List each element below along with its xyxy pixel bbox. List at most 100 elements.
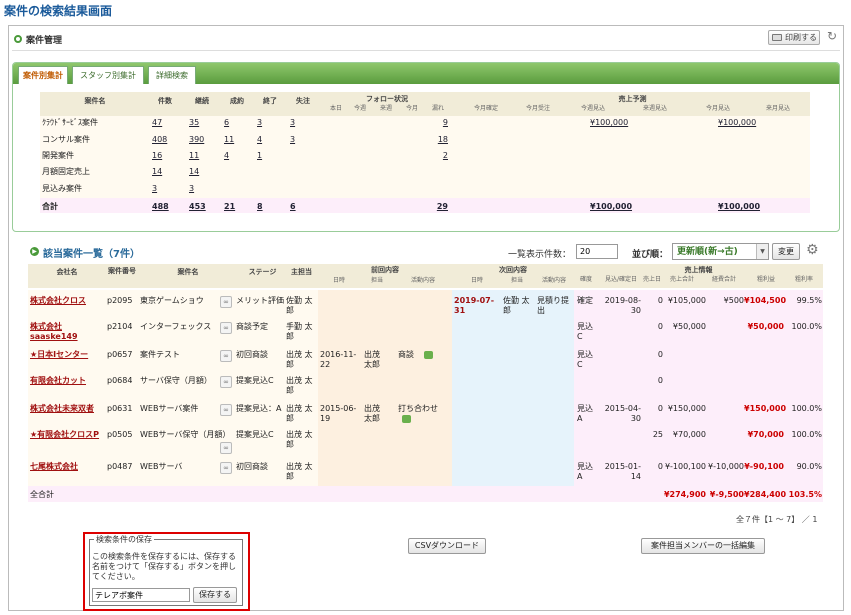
list-company-link[interactable]: 株式会社saaske149	[30, 322, 106, 342]
list-company-link[interactable]: ★有限会社クロスP	[30, 430, 106, 440]
summary-won-link[interactable]: 6	[224, 118, 250, 128]
list-sales-day: 0	[657, 462, 663, 471]
summary-count-link[interactable]: 3	[152, 184, 178, 194]
summary-cont-link[interactable]: 35	[189, 118, 215, 128]
per-page-input[interactable]	[576, 244, 618, 259]
list-sales-date: 2015-01-14	[604, 462, 641, 481]
summary-won-link[interactable]: 11	[224, 135, 250, 145]
list-owner: 出茂 太郎	[286, 404, 313, 423]
refresh-icon[interactable]: ↻	[827, 29, 837, 43]
list-company-link[interactable]: 株式会社クロス	[30, 296, 106, 306]
list-probability: 見込A	[577, 404, 593, 423]
list-case-name: WEBサーバ保守（月額）	[140, 430, 231, 439]
summary-ended-link[interactable]: 3	[257, 118, 283, 128]
link-chain-icon[interactable]: ∞	[220, 376, 232, 388]
comment-icon[interactable]	[424, 350, 433, 359]
list-header-salesinfo: 売上情報	[684, 266, 713, 274]
summary-row-name: 合計	[42, 202, 58, 211]
list-sales-total: ¥-100,100	[664, 462, 706, 471]
csv-download-button[interactable]: CSVダウンロード	[408, 538, 486, 554]
link-chain-icon[interactable]: ∞	[220, 404, 232, 416]
summary-ended-link[interactable]: 8	[257, 202, 283, 212]
print-button[interactable]: 印刷する	[768, 30, 820, 45]
list-company-link[interactable]: ★日本Iセンター	[30, 350, 106, 360]
summary-leak-link[interactable]: 29	[430, 202, 448, 212]
list-sales-day: 25	[652, 430, 663, 439]
summary-count-link[interactable]: 47	[152, 118, 178, 128]
summary-count-link[interactable]: 14	[152, 167, 178, 177]
summary-ended-link[interactable]: 4	[257, 135, 283, 145]
summary-cont-link[interactable]: 453	[189, 202, 215, 212]
summary-header-continue: 継続	[195, 97, 209, 105]
summary-lost-link[interactable]: 6	[290, 202, 316, 212]
summary-header-follow: フォロー状況	[366, 95, 408, 103]
list-cost-total: ¥500	[723, 296, 744, 305]
list-case-no: p0657	[107, 350, 133, 359]
comment-icon[interactable]	[402, 414, 411, 423]
summary-cont-link[interactable]: 3	[189, 184, 215, 194]
list-total-sales: ¥274,900	[663, 490, 706, 499]
tab-detail-search[interactable]: 詳細検索	[148, 66, 196, 84]
link-chain-icon[interactable]: ∞	[220, 350, 232, 362]
list-stage: 提案見込C	[236, 376, 274, 385]
summary-cont-link[interactable]: 11	[189, 151, 215, 161]
summary-header-won: 成約	[230, 97, 244, 105]
tab-staff-summary[interactable]: スタッフ別集計	[72, 66, 144, 84]
list-profit-rate: 100.0%	[791, 322, 822, 331]
summary-won-link[interactable]: 4	[224, 151, 250, 161]
summary-week-forecast[interactable]: ¥100,000	[590, 118, 640, 128]
sort-value: 更新順(新→古)	[677, 247, 738, 257]
list-stage: 提案見込C	[236, 430, 274, 439]
summary-sales-sub: 来月見込	[765, 105, 790, 112]
summary-follow-sub: 来週	[379, 105, 392, 112]
link-chain-icon[interactable]: ∞	[220, 462, 232, 474]
tab-case-summary[interactable]: 案件別集計	[18, 66, 68, 84]
change-sort-button[interactable]: 変更	[772, 243, 800, 260]
summary-count-link[interactable]: 16	[152, 151, 178, 161]
link-chain-icon[interactable]: ∞	[220, 442, 232, 454]
list-owner: 出茂 太郎	[286, 462, 313, 481]
list-owner: 出茂 太郎	[286, 430, 313, 449]
list-next-sub: 日時	[470, 277, 483, 284]
summary-week-forecast[interactable]: ¥100,000	[590, 202, 640, 212]
summary-month-forecast[interactable]: ¥100,000	[718, 202, 768, 212]
summary-won-link[interactable]: 21	[224, 202, 250, 212]
list-company-link[interactable]: 有限会社カット	[30, 376, 106, 386]
summary-month-forecast[interactable]: ¥100,000	[718, 118, 768, 128]
summary-leak-link[interactable]: 9	[430, 118, 448, 128]
list-company-link[interactable]: 株式会社未来双者	[30, 404, 106, 414]
summary-cont-link[interactable]: 14	[189, 167, 215, 177]
summary-sales-sub: 今月見込	[705, 105, 730, 112]
list-profit: ¥50,000	[747, 322, 784, 331]
sort-select[interactable]: 更新順(新→古) ▼	[672, 243, 769, 260]
list-prev-date: 2016-11-22	[320, 350, 357, 369]
list-sales-sub: 経費合計	[711, 276, 736, 283]
summary-ended-link[interactable]: 1	[257, 151, 283, 161]
save-name-input[interactable]	[92, 588, 190, 602]
summary-leak-link[interactable]: 18	[430, 135, 448, 145]
list-case-no: p2095	[107, 296, 133, 305]
summary-leak-link[interactable]: 2	[430, 151, 448, 161]
summary-lost-link[interactable]: 3	[290, 118, 316, 128]
list-owner: 手勤 太郎	[286, 322, 313, 341]
per-page-label: 一覧表示件数：	[508, 250, 572, 260]
gear-icon[interactable]: ⚙	[806, 242, 819, 258]
link-chain-icon[interactable]: ∞	[220, 296, 232, 308]
list-stage: 商談予定	[236, 322, 268, 331]
list-cost-total: ¥-10,000	[708, 462, 744, 471]
save-button[interactable]: 保存する	[193, 587, 237, 603]
link-chain-icon[interactable]: ∞	[220, 322, 232, 334]
list-case-no: p0505	[107, 430, 133, 439]
summary-follow-sub: 今月	[405, 105, 418, 112]
list-sales-sub: 粗利率	[794, 276, 813, 283]
list-sales-sub: 粗利益	[756, 276, 775, 283]
summary-lost-link[interactable]: 3	[290, 135, 316, 145]
summary-row-name: ｸﾗｳﾄﾞｻｰﾋﾞｽ案件	[42, 118, 98, 127]
list-header-company: 会社名	[56, 268, 78, 276]
list-company-link[interactable]: 七尾株式会社	[30, 462, 106, 472]
summary-count-link[interactable]: 488	[152, 202, 178, 212]
summary-count-link[interactable]: 408	[152, 135, 178, 145]
summary-header-count: 件数	[158, 97, 172, 105]
bulk-edit-members-button[interactable]: 案件担当メンバーの一括編集	[641, 538, 765, 554]
summary-cont-link[interactable]: 390	[189, 135, 215, 145]
